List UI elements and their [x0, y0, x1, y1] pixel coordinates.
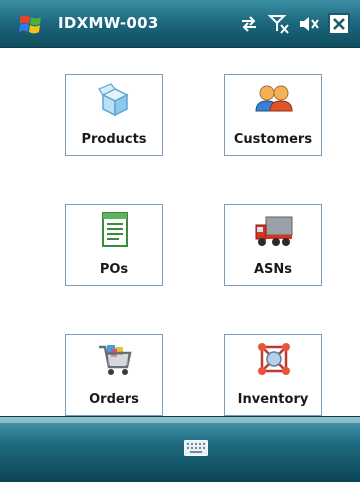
connectivity-icon[interactable] [238, 13, 260, 35]
status-tray [238, 12, 350, 36]
inventory-label: Inventory [237, 392, 309, 407]
shipping-truck-icon [254, 211, 294, 249]
menu-bar-highlight [0, 417, 360, 423]
title-bar: IDXMW-003 [0, 0, 360, 48]
volume-off-icon[interactable] [298, 13, 320, 35]
orders-tile[interactable]: Orders [65, 334, 163, 416]
customers-label: Customers [233, 132, 313, 147]
inventory-network-icon [254, 341, 294, 379]
inventory-tile[interactable]: Inventory [224, 334, 322, 416]
pos-tile[interactable]: POs [65, 204, 163, 286]
pos-label: POs [99, 262, 129, 277]
main-menu: Products Customers POs ASNs Orders Inven… [0, 48, 360, 416]
asns-tile[interactable]: ASNs [224, 204, 322, 286]
asns-label: ASNs [253, 262, 293, 277]
customers-tile[interactable]: Customers [224, 74, 322, 156]
shopping-cart-icon [95, 341, 135, 379]
products-tile[interactable]: Products [65, 74, 163, 156]
signal-off-icon[interactable] [268, 13, 290, 35]
orders-label: Orders [89, 392, 139, 407]
purchase-order-document-icon [95, 211, 135, 249]
customers-people-icon [254, 81, 294, 119]
window-title: IDXMW-003 [58, 14, 159, 32]
products-box-icon [95, 81, 135, 119]
menu-bar [0, 416, 360, 482]
close-icon[interactable] [328, 13, 350, 35]
products-label: Products [81, 132, 147, 147]
windows-flag-icon[interactable] [18, 12, 44, 38]
keyboard-icon[interactable] [184, 440, 208, 456]
